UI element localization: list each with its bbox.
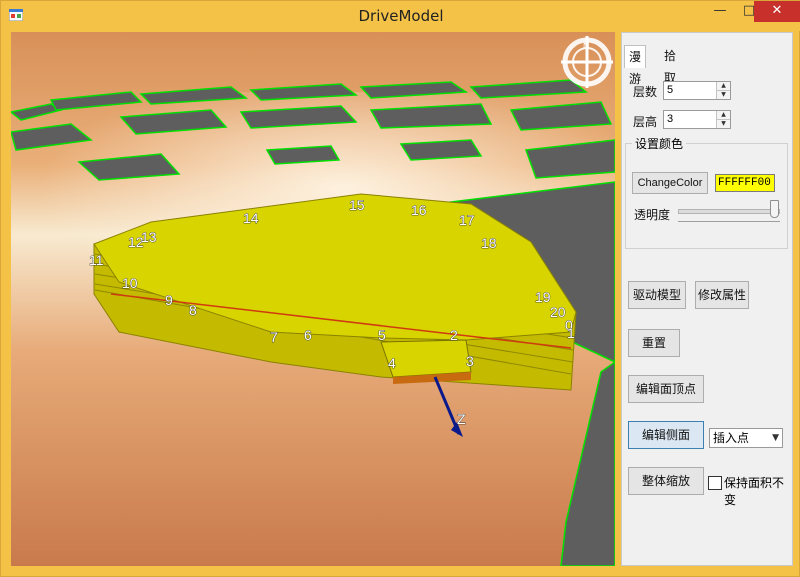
edit-side-faces-button[interactable]: 编辑侧面 xyxy=(628,421,704,449)
compass-north-label: N xyxy=(583,41,590,51)
vertex-label-6: 6 xyxy=(304,327,312,343)
vertex-label-13: 13 xyxy=(141,229,157,245)
color-group-title: 设置颜色 xyxy=(632,135,687,152)
keep-area-label: 保持面积不变 xyxy=(724,476,785,507)
floors-label: 层数 xyxy=(633,85,658,99)
floors-down-arrow-icon[interactable]: ▼ xyxy=(717,91,730,99)
floor-height-value[interactable]: 3 xyxy=(667,113,673,125)
floors-up-arrow-icon[interactable]: ▲ xyxy=(717,82,730,91)
vertex-label-9: 9 xyxy=(165,292,173,308)
vertex-label-17: 17 xyxy=(459,212,475,228)
floor-height-label: 层高 xyxy=(633,115,658,129)
vertex-label-4: 4 xyxy=(388,355,396,371)
vertex-label-20: 20 xyxy=(550,304,566,320)
opacity-label: 透明度 xyxy=(634,208,671,222)
floor-height-spinner-buttons[interactable]: ▲ ▼ xyxy=(716,111,730,128)
title-bar: DriveModel — □ ✕ xyxy=(1,1,800,31)
vertex-label-19: 19 xyxy=(535,289,551,305)
vertex-label-7: 7 xyxy=(270,329,278,345)
vertex-label-5: 5 xyxy=(378,327,386,343)
reset-button[interactable]: 重置 xyxy=(628,329,680,357)
vertex-label-10: 10 xyxy=(122,275,138,291)
chevron-down-icon: ▼ xyxy=(772,433,779,443)
height-down-arrow-icon[interactable]: ▼ xyxy=(717,120,730,128)
side-mode-value: 插入点 xyxy=(713,431,750,445)
control-panel: 漫游 拾取 层数 5 ▲ ▼ 层高 3 ▲ ▼ 设置颜色 ChangeColor… xyxy=(621,32,793,566)
edit-face-vertices-button[interactable]: 编辑面顶点 xyxy=(628,375,704,403)
color-value-field[interactable]: FFFFFF00 xyxy=(715,174,775,192)
app-window: DriveModel — □ ✕ Z 0 1 2 3 4 5 6 7 8 9 1… xyxy=(0,0,800,577)
vertex-label-8: 8 xyxy=(189,302,197,318)
3d-viewport[interactable]: Z 0 1 2 3 4 5 6 7 8 9 10 11 12 13 14 15 … xyxy=(11,32,615,566)
vertex-label-3: 3 xyxy=(466,353,474,369)
ground-tile xyxy=(399,139,483,161)
close-button[interactable]: ✕ xyxy=(754,1,800,22)
scene-canvas[interactable]: Z 0 1 2 3 4 5 6 7 8 9 10 11 12 13 14 15 … xyxy=(11,32,615,566)
floors-spinner[interactable]: 5 ▲ ▼ xyxy=(663,81,731,100)
vertex-label-11: 11 xyxy=(89,252,104,268)
tab-roam[interactable]: 漫游 xyxy=(624,45,647,86)
change-color-button[interactable]: ChangeColor xyxy=(632,172,708,194)
tab-pick[interactable]: 拾取 xyxy=(660,45,680,85)
vertex-label-16: 16 xyxy=(411,202,427,218)
overall-scale-button[interactable]: 整体缩放 xyxy=(628,467,704,495)
vertex-label-15: 15 xyxy=(349,197,365,213)
window-title: DriveModel xyxy=(358,7,444,25)
height-up-arrow-icon[interactable]: ▲ xyxy=(717,111,730,120)
modify-attributes-button[interactable]: 修改属性 xyxy=(695,281,749,309)
opacity-slider-thumb[interactable] xyxy=(770,200,779,218)
vertex-label-2: 2 xyxy=(450,327,458,343)
vertex-label-14: 14 xyxy=(243,210,259,226)
color-settings-group: 设置颜色 ChangeColor FFFFFF00 透明度 xyxy=(625,135,788,249)
vertex-label-1: 1 xyxy=(567,325,575,341)
opacity-slider-track[interactable] xyxy=(678,209,780,214)
keep-area-checkbox[interactable] xyxy=(708,476,722,490)
drive-model-button[interactable]: 驱动模型 xyxy=(628,281,686,309)
minimize-button[interactable]: — xyxy=(705,1,735,22)
floors-spinner-buttons[interactable]: ▲ ▼ xyxy=(716,82,730,99)
opacity-slider-ticks xyxy=(678,221,780,224)
side-mode-select[interactable]: 插入点 ▼ xyxy=(709,428,783,448)
z-axis-label: Z xyxy=(457,411,466,427)
vertex-label-18: 18 xyxy=(481,235,497,251)
ground-tile xyxy=(265,145,341,165)
floors-value[interactable]: 5 xyxy=(667,84,673,96)
floor-height-spinner[interactable]: 3 ▲ ▼ xyxy=(663,110,731,129)
